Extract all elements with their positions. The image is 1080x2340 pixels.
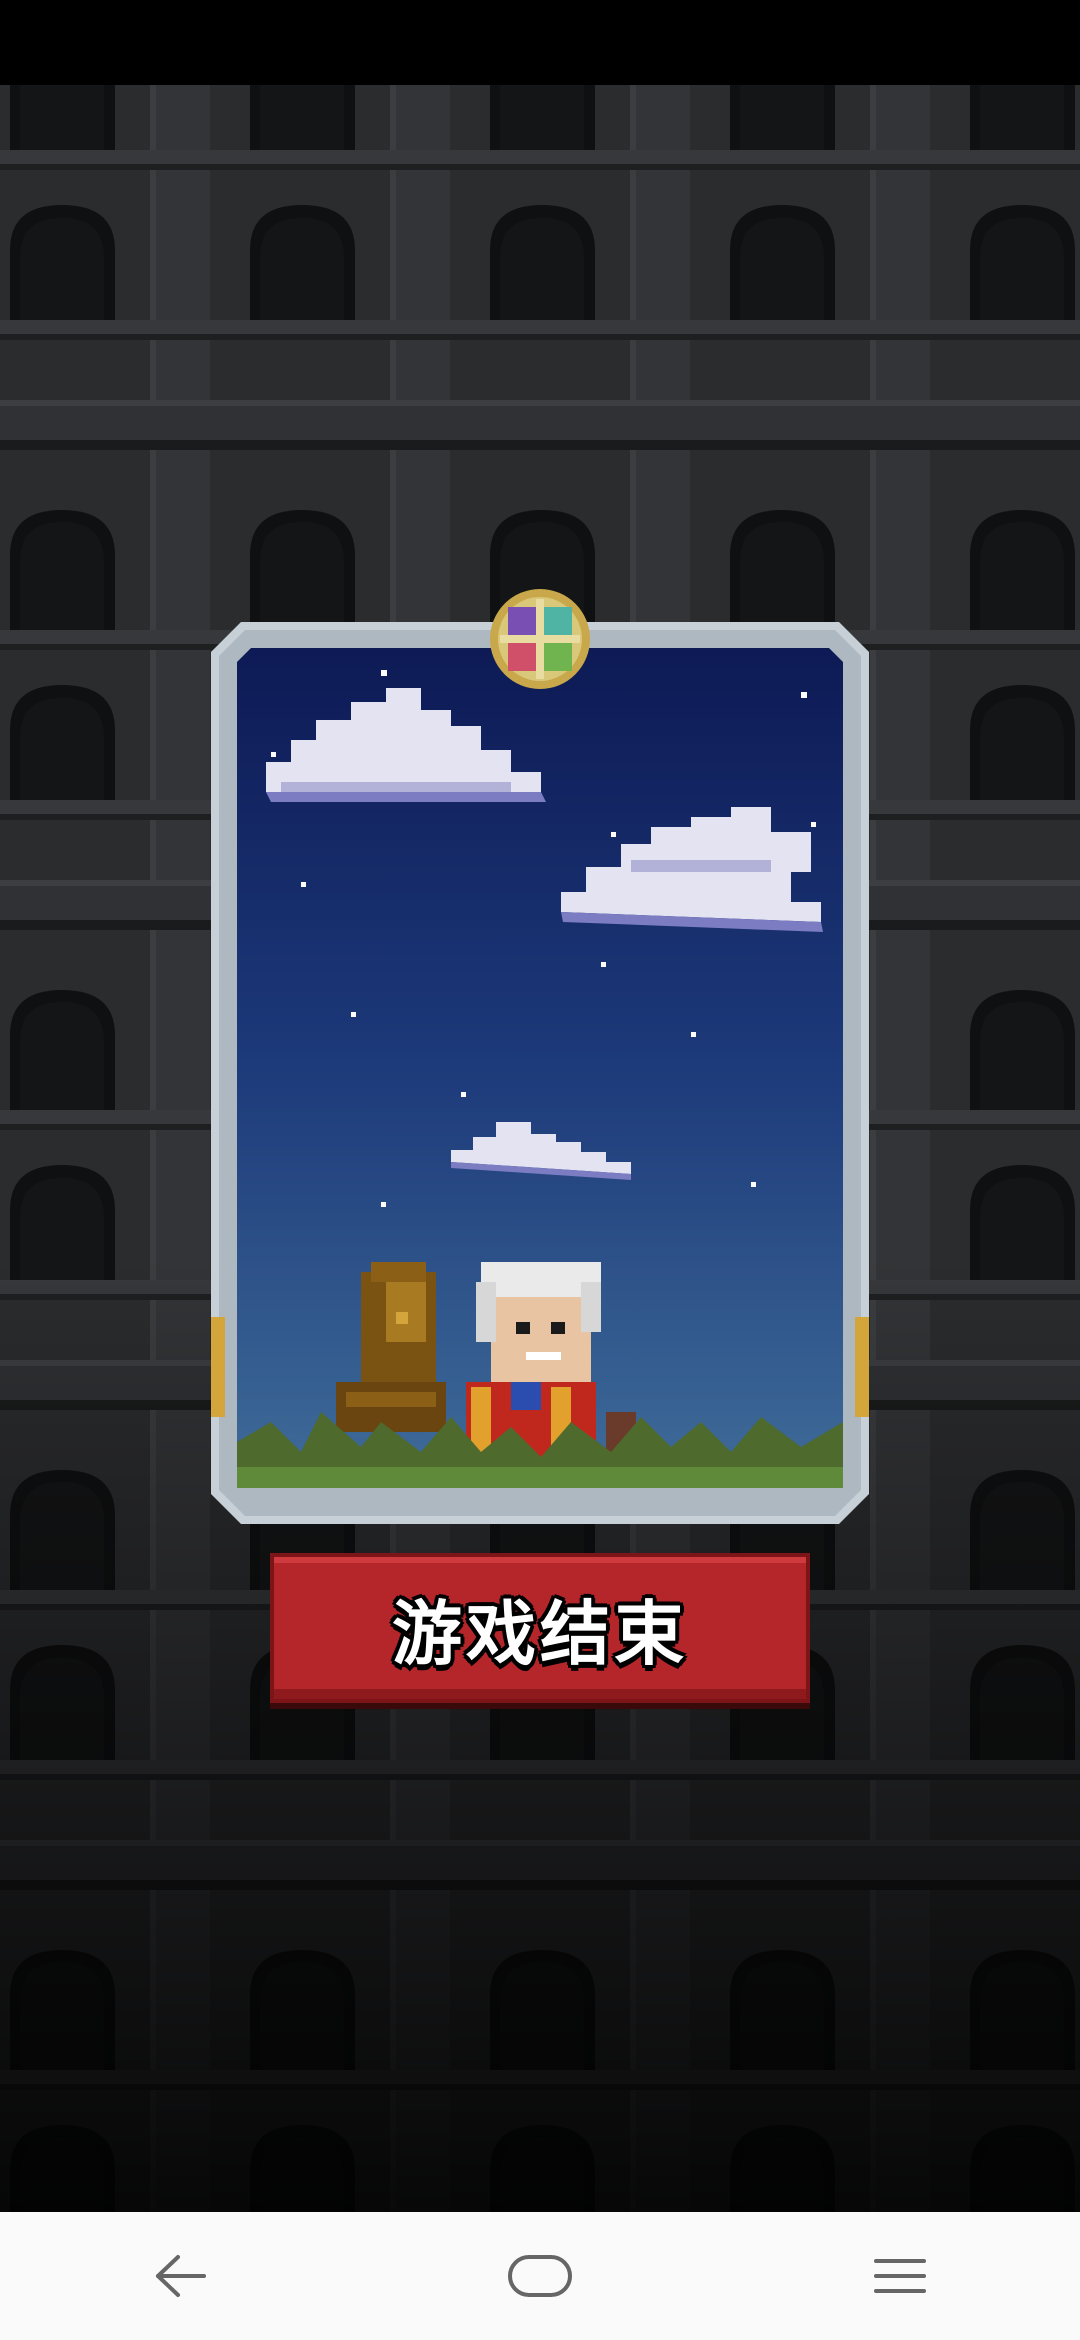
four-suit-emblem-icon bbox=[490, 589, 590, 689]
game-over-banner[interactable]: 游戏结束 bbox=[270, 1553, 810, 1703]
ending-card bbox=[211, 622, 869, 1524]
menu-button[interactable] bbox=[820, 2212, 980, 2340]
game-over-label: 游戏结束 bbox=[392, 1592, 688, 1675]
system-nav-bar bbox=[0, 2212, 1080, 2340]
menu-icon bbox=[874, 2259, 926, 2293]
back-button[interactable] bbox=[100, 2212, 260, 2340]
game-screen: 游戏结束 bbox=[0, 0, 1080, 2340]
home-button[interactable] bbox=[460, 2212, 620, 2340]
home-icon bbox=[508, 2255, 572, 2297]
back-arrow-icon bbox=[156, 2255, 206, 2297]
